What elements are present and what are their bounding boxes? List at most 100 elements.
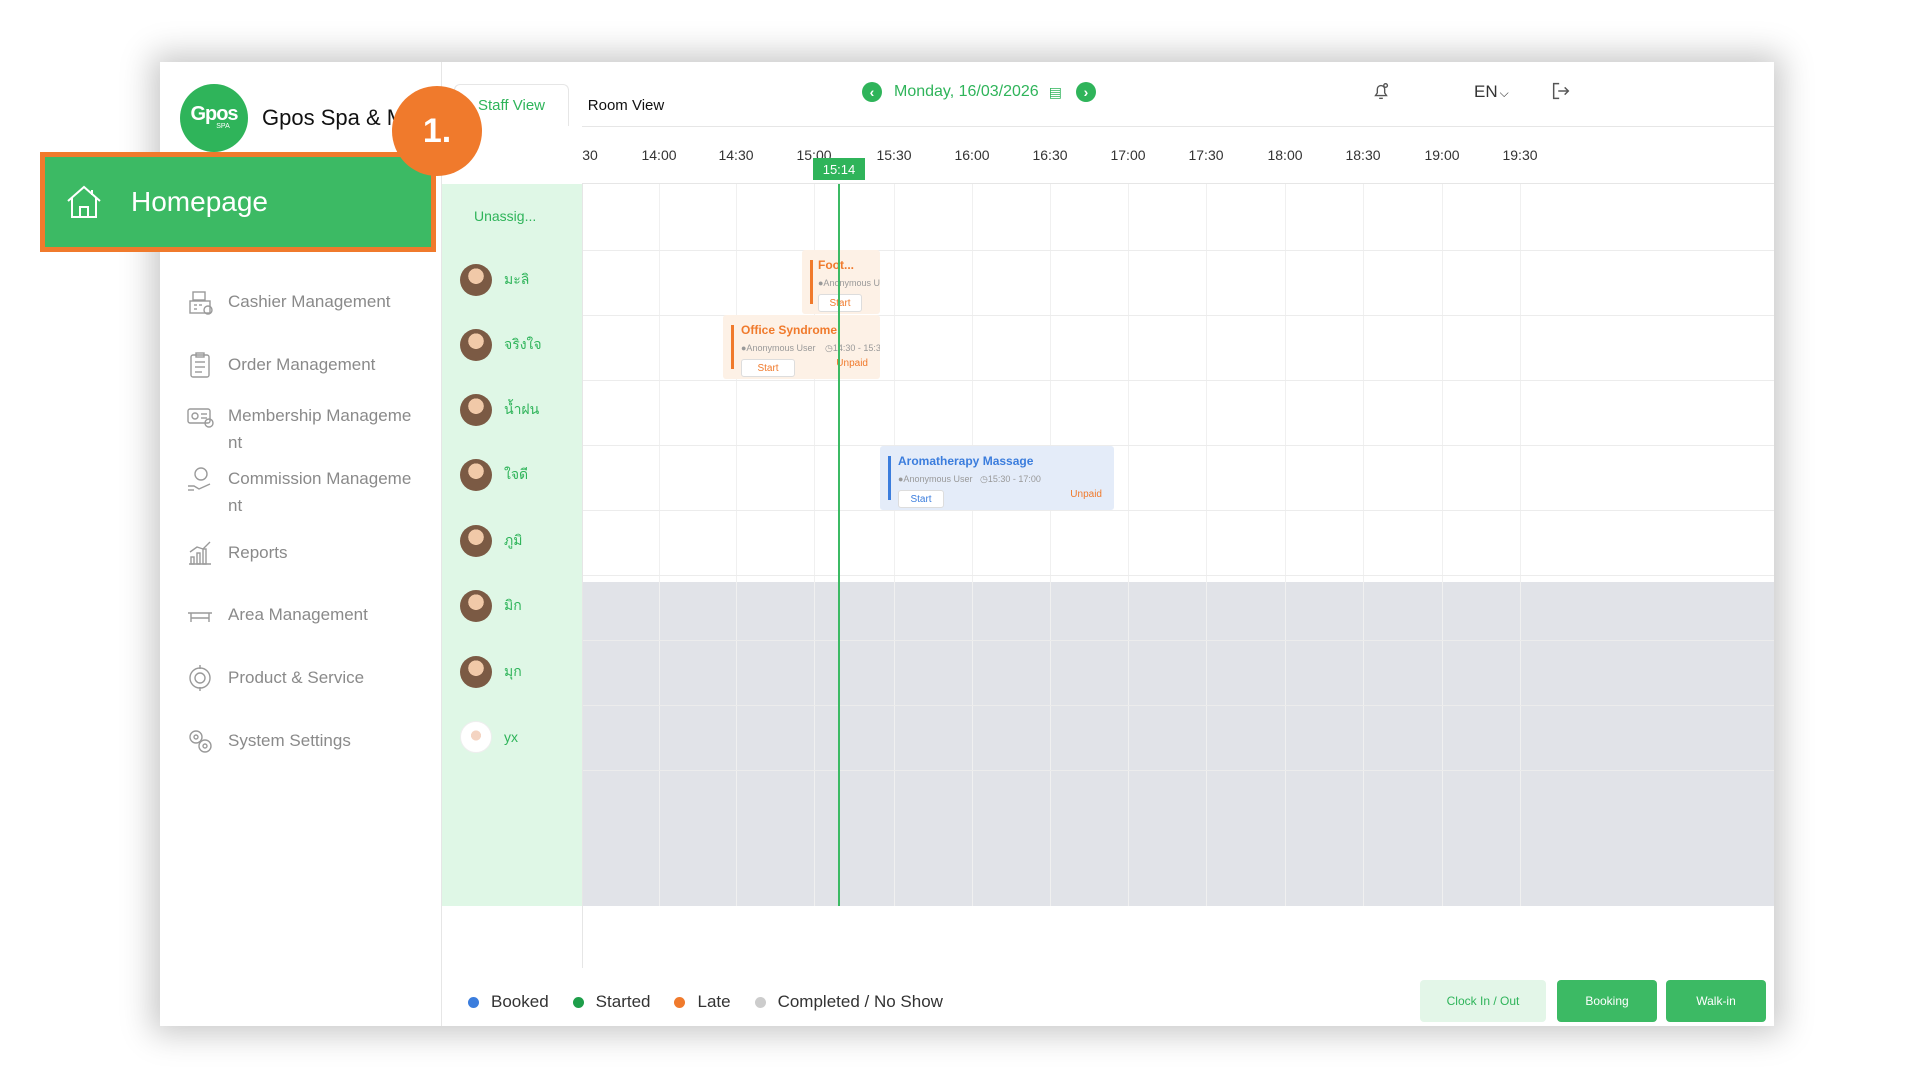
legend-dot	[572, 996, 584, 1008]
start-button[interactable]: Start	[741, 359, 795, 377]
legend-label: Completed / No Show	[777, 992, 943, 1011]
status-bar	[810, 260, 813, 304]
logo: Gpos SPA	[180, 84, 248, 152]
time-tick-label: 17:00	[1110, 147, 1146, 163]
walk-in-button[interactable]: Walk-in	[1666, 980, 1766, 1022]
chevron-down-icon: ⌵	[1499, 86, 1509, 100]
calendar-icon[interactable]: ▤	[1049, 84, 1062, 101]
sidebar-item-label: Reports	[228, 543, 288, 562]
avatar	[460, 329, 492, 361]
time-tick-label: 15:30	[876, 147, 912, 163]
status-legend: Booked Started Late Completed / No Show	[468, 992, 967, 1012]
booking-button[interactable]: Booking	[1557, 980, 1657, 1022]
logo-sub-text: SPA	[216, 123, 230, 130]
status-bar	[731, 325, 734, 369]
grid-column-line	[894, 184, 895, 906]
sidebar-item-membership[interactable]: Membership Manageme nt	[182, 398, 442, 456]
appointment-time: ◷15:30 - 17:00	[980, 474, 1041, 484]
sidebar-item-label: Cashier Management	[228, 292, 391, 311]
prev-day-button[interactable]: ‹	[862, 82, 882, 102]
bell-icon[interactable]	[1370, 80, 1392, 107]
avatar	[460, 590, 492, 622]
sidebar-item-product-service[interactable]: Product & Service	[182, 660, 442, 696]
grid-row-line	[583, 770, 1774, 771]
payment-status: Unpaid	[836, 358, 868, 369]
staff-name: มะลิ	[504, 271, 530, 287]
grid-column-line	[736, 184, 737, 906]
avatar	[460, 459, 492, 491]
appointment-title: Office Syndrome	[741, 323, 838, 337]
schedule-grid: 15:14 Foot... ●Anonymous Us Start Office…	[582, 158, 1774, 968]
sidebar-item-commission[interactable]: Commission Manageme nt	[182, 461, 442, 519]
staff-name: ภูมิ	[504, 532, 523, 548]
sidebar-item-orders[interactable]: Order Management	[182, 347, 442, 383]
tab-room-view[interactable]: Room View	[576, 84, 676, 126]
appointment-time: ◷14:30 - 15:3	[825, 343, 880, 353]
staff-name: ใจดี	[504, 466, 529, 482]
legend-dot	[468, 996, 479, 1008]
clock-in-out-button[interactable]: Clock In / Out	[1420, 980, 1546, 1022]
staff-row[interactable]: yx	[460, 721, 518, 753]
logo-main-text: Gpos	[190, 103, 238, 125]
legend-dot	[674, 996, 686, 1008]
schedule-board: 30 14:00 14:30 15:00 15:30 16:00 16:30 17:00 17:…	[442, 126, 1774, 1026]
grid-column-line	[1442, 184, 1443, 906]
unassigned-row-label: Unassig...	[474, 208, 537, 224]
avatar	[460, 264, 492, 296]
time-tick-label: 30	[582, 147, 598, 163]
appointment-customer: ●Anonymous User	[741, 343, 816, 353]
staff-name: มุก	[504, 663, 522, 679]
staff-row[interactable]: จริงใจ	[460, 329, 542, 361]
sidebar-item-area[interactable]: Area Management	[182, 597, 442, 633]
appointment-card[interactable]: Aromatherapy Massage ●Anonymous User ◷15…	[880, 446, 1114, 510]
grid-row-line	[583, 575, 1774, 576]
time-tick-label: 19:30	[1502, 147, 1538, 163]
appointment-title: Foot...	[818, 258, 854, 272]
current-date[interactable]: Monday, 16/03/2026	[894, 83, 1039, 101]
cashier-icon	[182, 284, 218, 320]
footer-bar: Booked Started Late Completed / No Show …	[442, 972, 1774, 1026]
time-tick-label: 17:30	[1188, 147, 1224, 163]
home-icon	[67, 185, 101, 218]
start-button[interactable]: Start	[898, 490, 944, 508]
staff-row[interactable]: มะลิ	[460, 264, 529, 296]
status-bar	[888, 456, 891, 500]
time-tick-label: 18:00	[1267, 147, 1303, 163]
appointment-card[interactable]: Office Syndrome ●Anonymous User ◷14:30 -…	[723, 315, 880, 379]
staff-name: yx	[504, 729, 518, 745]
product-service-icon	[182, 660, 218, 696]
staff-row[interactable]: มิก	[460, 590, 522, 622]
grid-row-line	[583, 380, 1774, 381]
sidebar-item-reports[interactable]: Reports	[182, 535, 442, 571]
staff-name: น้ำฝน	[504, 401, 540, 417]
staff-row[interactable]: มุก	[460, 656, 522, 688]
legend-item-started: Started	[572, 992, 651, 1012]
staff-row[interactable]: ใจดี	[460, 459, 528, 491]
legend-item-booked: Booked	[468, 992, 549, 1012]
logout-icon[interactable]	[1550, 80, 1572, 107]
unavailable-area	[583, 582, 1774, 906]
sidebar-item-cashier[interactable]: Cashier Management	[182, 284, 442, 320]
staff-row[interactable]: น้ำฝน	[460, 394, 539, 426]
grid-row-line	[583, 640, 1774, 641]
gears-icon	[182, 723, 218, 759]
time-tick-label: 14:00	[641, 147, 677, 163]
sidebar-item-settings[interactable]: System Settings	[182, 723, 442, 759]
legend-label: Started	[595, 992, 651, 1011]
time-tick-label: 16:00	[954, 147, 990, 163]
start-button[interactable]: Start	[818, 294, 862, 312]
screenshot-stage: Gpos SPA Gpos Spa & M Cashier Management	[0, 0, 1920, 1080]
grid-column-line	[1520, 184, 1521, 906]
commission-hand-icon	[182, 461, 218, 497]
staff-row[interactable]: ภูมิ	[460, 525, 522, 557]
time-tick-label: 18:30	[1345, 147, 1381, 163]
next-day-button[interactable]: ›	[1075, 82, 1096, 102]
appointment-card[interactable]: Foot... ●Anonymous Us Start	[802, 250, 880, 314]
grid-column-line	[1363, 184, 1364, 906]
current-time-line	[838, 184, 840, 906]
staff-column: Unassig... มะลิ จริงใจ น้ำฝน ใจดี ภูมิ ม…	[442, 184, 582, 906]
language-selector[interactable]: EN ⌵	[1474, 82, 1509, 102]
brand: Gpos SPA Gpos Spa & M	[180, 84, 405, 152]
sidebar-item-homepage[interactable]: Homepage	[40, 152, 436, 252]
step-number-badge: 1.	[392, 86, 482, 176]
